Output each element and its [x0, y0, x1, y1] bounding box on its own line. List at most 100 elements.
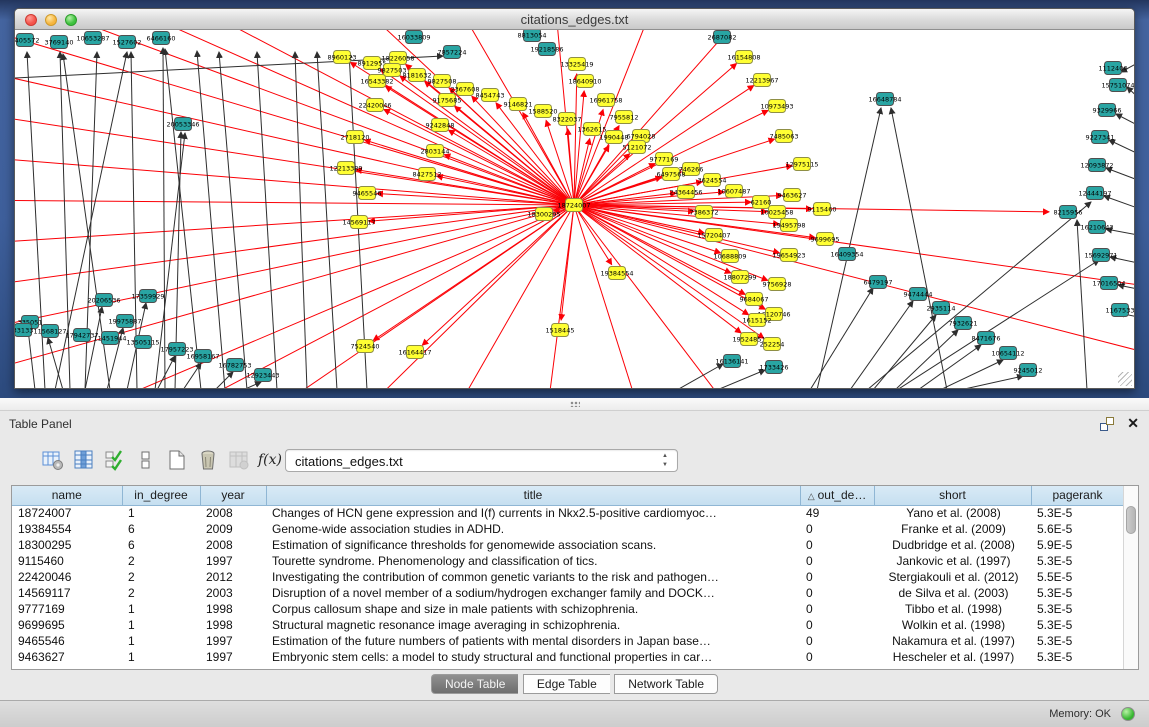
cell-name[interactable]: 9465546	[12, 633, 122, 649]
cell-short[interactable]: Jankovic et al. (1997)	[874, 553, 1031, 569]
cell-out_degree[interactable]: 0	[800, 553, 874, 569]
cell-out_degree[interactable]: 0	[800, 537, 874, 553]
cell-pagerank[interactable]: 5.5E-5	[1031, 569, 1124, 585]
table-row[interactable]: 1830029562008Estimation of significance …	[12, 537, 1124, 553]
table-row[interactable]: 946362711997Embryonic stem cells: a mode…	[12, 649, 1124, 665]
cell-title[interactable]: Estimation of significance thresholds fo…	[266, 537, 800, 553]
cell-pagerank[interactable]: 5.3E-5	[1031, 633, 1124, 649]
resize-grip[interactable]	[1118, 372, 1132, 386]
cell-short[interactable]: Franke et al. (2009)	[874, 521, 1031, 537]
cell-year[interactable]: 2009	[200, 521, 266, 537]
table-scrollbar[interactable]	[1123, 486, 1138, 669]
table-settings-icon[interactable]	[40, 446, 66, 474]
cell-in_degree[interactable]: 6	[122, 521, 200, 537]
cell-in_degree[interactable]: 2	[122, 569, 200, 585]
table-row[interactable]: 1456911722003Disruption of a novel membe…	[12, 585, 1124, 601]
table-row[interactable]: 2242004622012Investigating the contribut…	[12, 569, 1124, 585]
cell-short[interactable]: Hescheler et al. (1997)	[874, 649, 1031, 665]
cell-short[interactable]: Dudbridge et al. (2008)	[874, 537, 1031, 553]
cell-in_degree[interactable]: 2	[122, 585, 200, 601]
cell-year[interactable]: 1997	[200, 633, 266, 649]
cell-year[interactable]: 2003	[200, 585, 266, 601]
cell-out_degree[interactable]: 0	[800, 649, 874, 665]
cell-year[interactable]: 2012	[200, 569, 266, 585]
cell-name[interactable]: 22420046	[12, 569, 122, 585]
table-row[interactable]: 1872400712008Changes of HCN gene express…	[12, 505, 1124, 521]
network-graph-canvas[interactable]: 8960123891295518226058982750381816329827…	[15, 30, 1134, 388]
cell-in_degree[interactable]: 1	[122, 617, 200, 633]
close-panel-icon[interactable]: ✕	[1127, 414, 1139, 432]
scrollbar-thumb[interactable]	[1126, 506, 1136, 534]
table-row[interactable]: 1938455462009Genome-wide association stu…	[12, 521, 1124, 537]
cell-title[interactable]: Structural magnetic resonance image aver…	[266, 617, 800, 633]
column-header-year[interactable]: year	[200, 486, 266, 505]
cell-name[interactable]: 18300295	[12, 537, 122, 553]
cell-year[interactable]: 1998	[200, 617, 266, 633]
cell-in_degree[interactable]: 1	[122, 601, 200, 617]
cell-name[interactable]: 9699695	[12, 617, 122, 633]
cell-out_degree[interactable]: 0	[800, 521, 874, 537]
cell-in_degree[interactable]: 1	[122, 649, 200, 665]
cell-pagerank[interactable]: 5.3E-5	[1031, 649, 1124, 665]
cell-short[interactable]: Tibbo et al. (1998)	[874, 601, 1031, 617]
cell-out_degree[interactable]: 0	[800, 601, 874, 617]
cell-out_degree[interactable]: 0	[800, 633, 874, 649]
cell-name[interactable]: 18724007	[12, 505, 122, 521]
cell-title[interactable]: Disruption of a novel member of a sodium…	[266, 585, 800, 601]
cell-pagerank[interactable]: 5.9E-5	[1031, 537, 1124, 553]
cell-year[interactable]: 1997	[200, 649, 266, 665]
cell-pagerank[interactable]: 5.3E-5	[1031, 617, 1124, 633]
cell-name[interactable]: 9777169	[12, 601, 122, 617]
table-row[interactable]: 977716911998Corpus callosum shape and si…	[12, 601, 1124, 617]
network-view[interactable]: 8960123891295518226058982750381816329827…	[15, 30, 1134, 388]
cell-pagerank[interactable]: 5.3E-5	[1031, 553, 1124, 569]
cell-in_degree[interactable]: 6	[122, 537, 200, 553]
delete-column-icon[interactable]	[195, 446, 221, 474]
panel-splitter[interactable]	[0, 398, 1149, 411]
column-header-out_degree[interactable]: △out_de…	[800, 486, 874, 505]
cell-year[interactable]: 1997	[200, 553, 266, 569]
column-header-in_degree[interactable]: in_degree	[122, 486, 200, 505]
network-window[interactable]: citations_edges.txt 89601238912955182260…	[14, 8, 1135, 389]
table-row[interactable]: 969969511998Structural magnetic resonanc…	[12, 617, 1124, 633]
cell-out_degree[interactable]: 49	[800, 505, 874, 521]
function-builder-icon[interactable]: f(x)	[257, 446, 283, 474]
column-header-title[interactable]: title	[266, 486, 800, 505]
tab-network-table[interactable]: Network Table	[614, 674, 718, 694]
column-header-short[interactable]: short	[874, 486, 1031, 505]
cell-pagerank[interactable]: 5.3E-5	[1031, 585, 1124, 601]
cell-name[interactable]: 9115460	[12, 553, 122, 569]
create-column-icon[interactable]	[164, 446, 190, 474]
float-panel-icon[interactable]	[1099, 416, 1115, 432]
cell-title[interactable]: Embryonic stem cells: a model to study s…	[266, 649, 800, 665]
splitter-handle-icon[interactable]	[570, 401, 580, 407]
cell-title[interactable]: Corpus callosum shape and size in male p…	[266, 601, 800, 617]
window-titlebar[interactable]: citations_edges.txt	[15, 9, 1134, 30]
cell-in_degree[interactable]: 2	[122, 553, 200, 569]
cell-out_degree[interactable]: 0	[800, 585, 874, 601]
column-header-pagerank[interactable]: pagerank	[1031, 486, 1124, 505]
cell-title[interactable]: Changes of HCN gene expression and I(f) …	[266, 505, 800, 521]
cell-name[interactable]: 19384554	[12, 521, 122, 537]
cell-short[interactable]: Yano et al. (2008)	[874, 505, 1031, 521]
cell-name[interactable]: 14569117	[12, 585, 122, 601]
cell-in_degree[interactable]: 1	[122, 505, 200, 521]
cell-short[interactable]: Wolkin et al. (1998)	[874, 617, 1031, 633]
cell-title[interactable]: Investigating the contribution of common…	[266, 569, 800, 585]
tab-edge-table[interactable]: Edge Table	[523, 674, 610, 694]
cell-title[interactable]: Estimation of the future numbers of pati…	[266, 633, 800, 649]
cell-in_degree[interactable]: 1	[122, 633, 200, 649]
cell-year[interactable]: 2008	[200, 505, 266, 521]
cell-title[interactable]: Tourette syndrome. Phenomenology and cla…	[266, 553, 800, 569]
cell-title[interactable]: Genome-wide association studies in ADHD.	[266, 521, 800, 537]
row-toggle-icon[interactable]	[133, 446, 159, 474]
cell-out_degree[interactable]: 0	[800, 569, 874, 585]
table-selector[interactable]: citations_edges.txt ▲▼	[285, 449, 678, 472]
cell-year[interactable]: 2008	[200, 537, 266, 553]
table-row[interactable]: 911546021997Tourette syndrome. Phenomeno…	[12, 553, 1124, 569]
cell-pagerank[interactable]: 5.3E-5	[1031, 505, 1124, 521]
cell-short[interactable]: Nakamura et al. (1997)	[874, 633, 1031, 649]
delete-table-icon[interactable]	[226, 446, 252, 474]
column-visibility-icon[interactable]	[71, 446, 97, 474]
table-row[interactable]: 946554611997Estimation of the future num…	[12, 633, 1124, 649]
